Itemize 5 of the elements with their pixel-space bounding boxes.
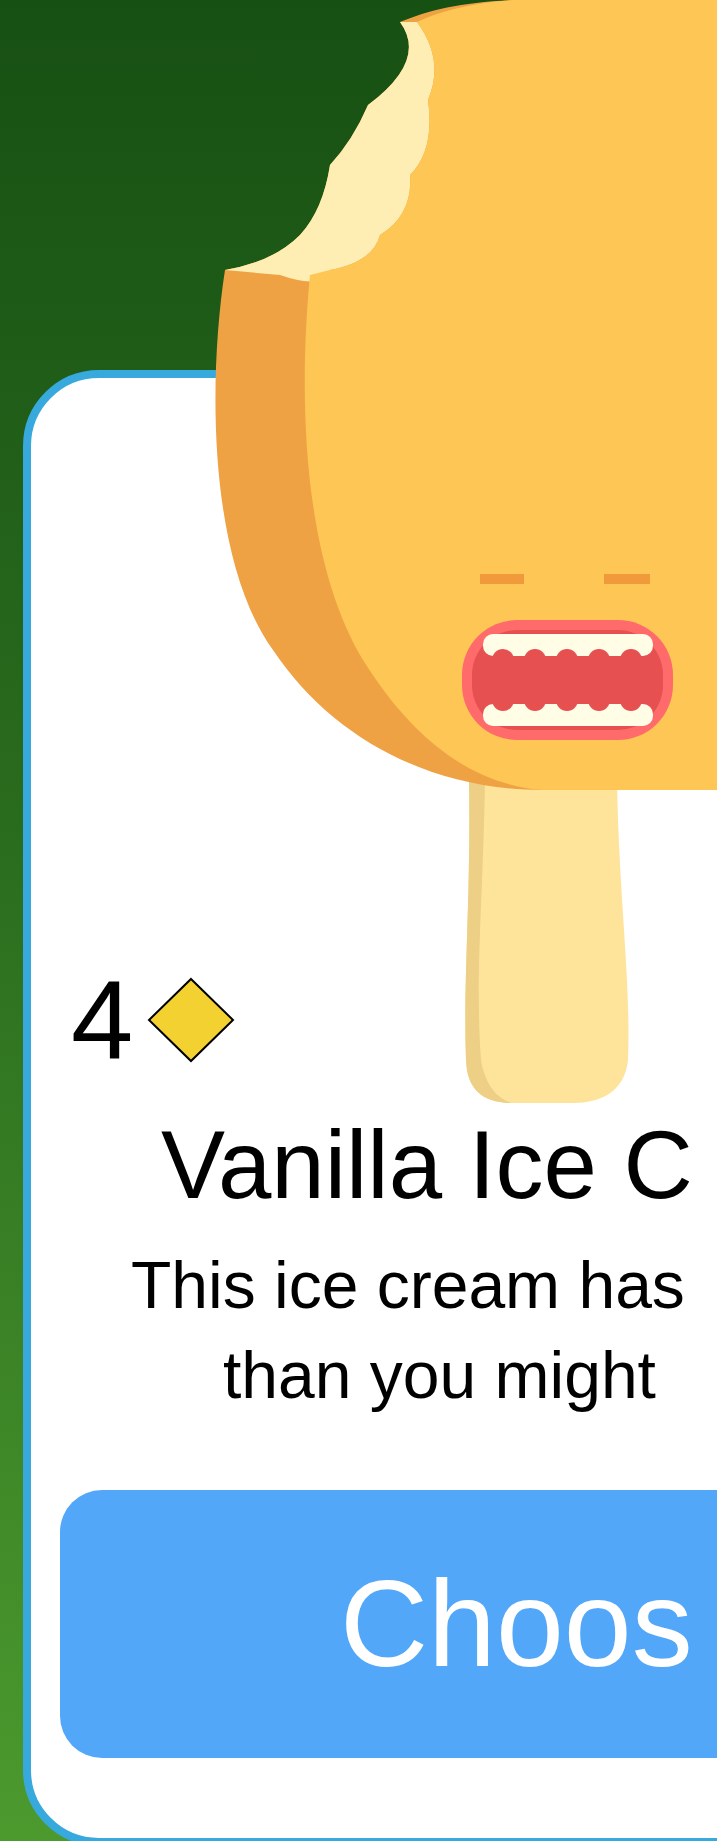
choose-button[interactable]: Choos	[60, 1489, 717, 1758]
card-title: Vanilla Ice C	[161, 1112, 694, 1218]
card-description: This ice cream has than you might	[130, 1246, 685, 1414]
cost-number: 4	[71, 964, 134, 1076]
diamond-icon	[147, 977, 236, 1063]
